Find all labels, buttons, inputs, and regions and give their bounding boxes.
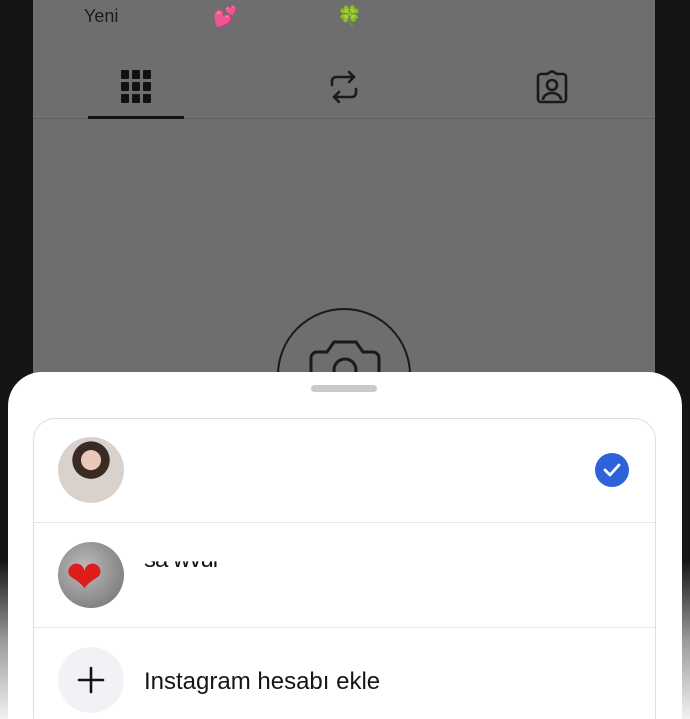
selected-check-icon [595,453,629,487]
account-row-current[interactable] [34,419,655,523]
avatar [58,437,124,503]
tab-posts-grid[interactable] [88,55,184,118]
tab-tagged[interactable] [504,55,600,118]
active-tab-indicator [88,116,184,119]
sheet-drag-handle[interactable] [311,385,377,392]
grid-icon [121,69,151,103]
story-highlights: Yeni 💕 🍀 [33,0,655,40]
phone-frame: Yeni 💕 🍀 ❤ sa wvul Instagram hesabı ekle [0,0,690,719]
account-row-other[interactable]: ❤ sa wvul [34,524,655,628]
tab-reposts[interactable] [296,55,392,118]
highlight-label[interactable]: Yeni [84,6,118,27]
plus-icon [58,647,124,713]
highlight-emoji-hearts[interactable]: 💕 [213,4,238,29]
add-account-label: Instagram hesabı ekle [144,668,381,695]
add-account-row[interactable]: Instagram hesabı ekle [34,629,655,719]
heart-icon: ❤ [66,553,103,602]
avatar: ❤ [58,542,124,608]
account-username: sa wvul [144,546,218,573]
reels-repost-icon [330,70,358,103]
tagged-icon [536,69,568,103]
highlight-emoji-clover[interactable]: 🍀 [337,4,362,29]
account-switcher-sheet: ❤ sa wvul Instagram hesabı ekle [8,372,682,719]
accounts-card: ❤ sa wvul Instagram hesabı ekle [33,418,656,719]
profile-tabs [33,55,655,119]
